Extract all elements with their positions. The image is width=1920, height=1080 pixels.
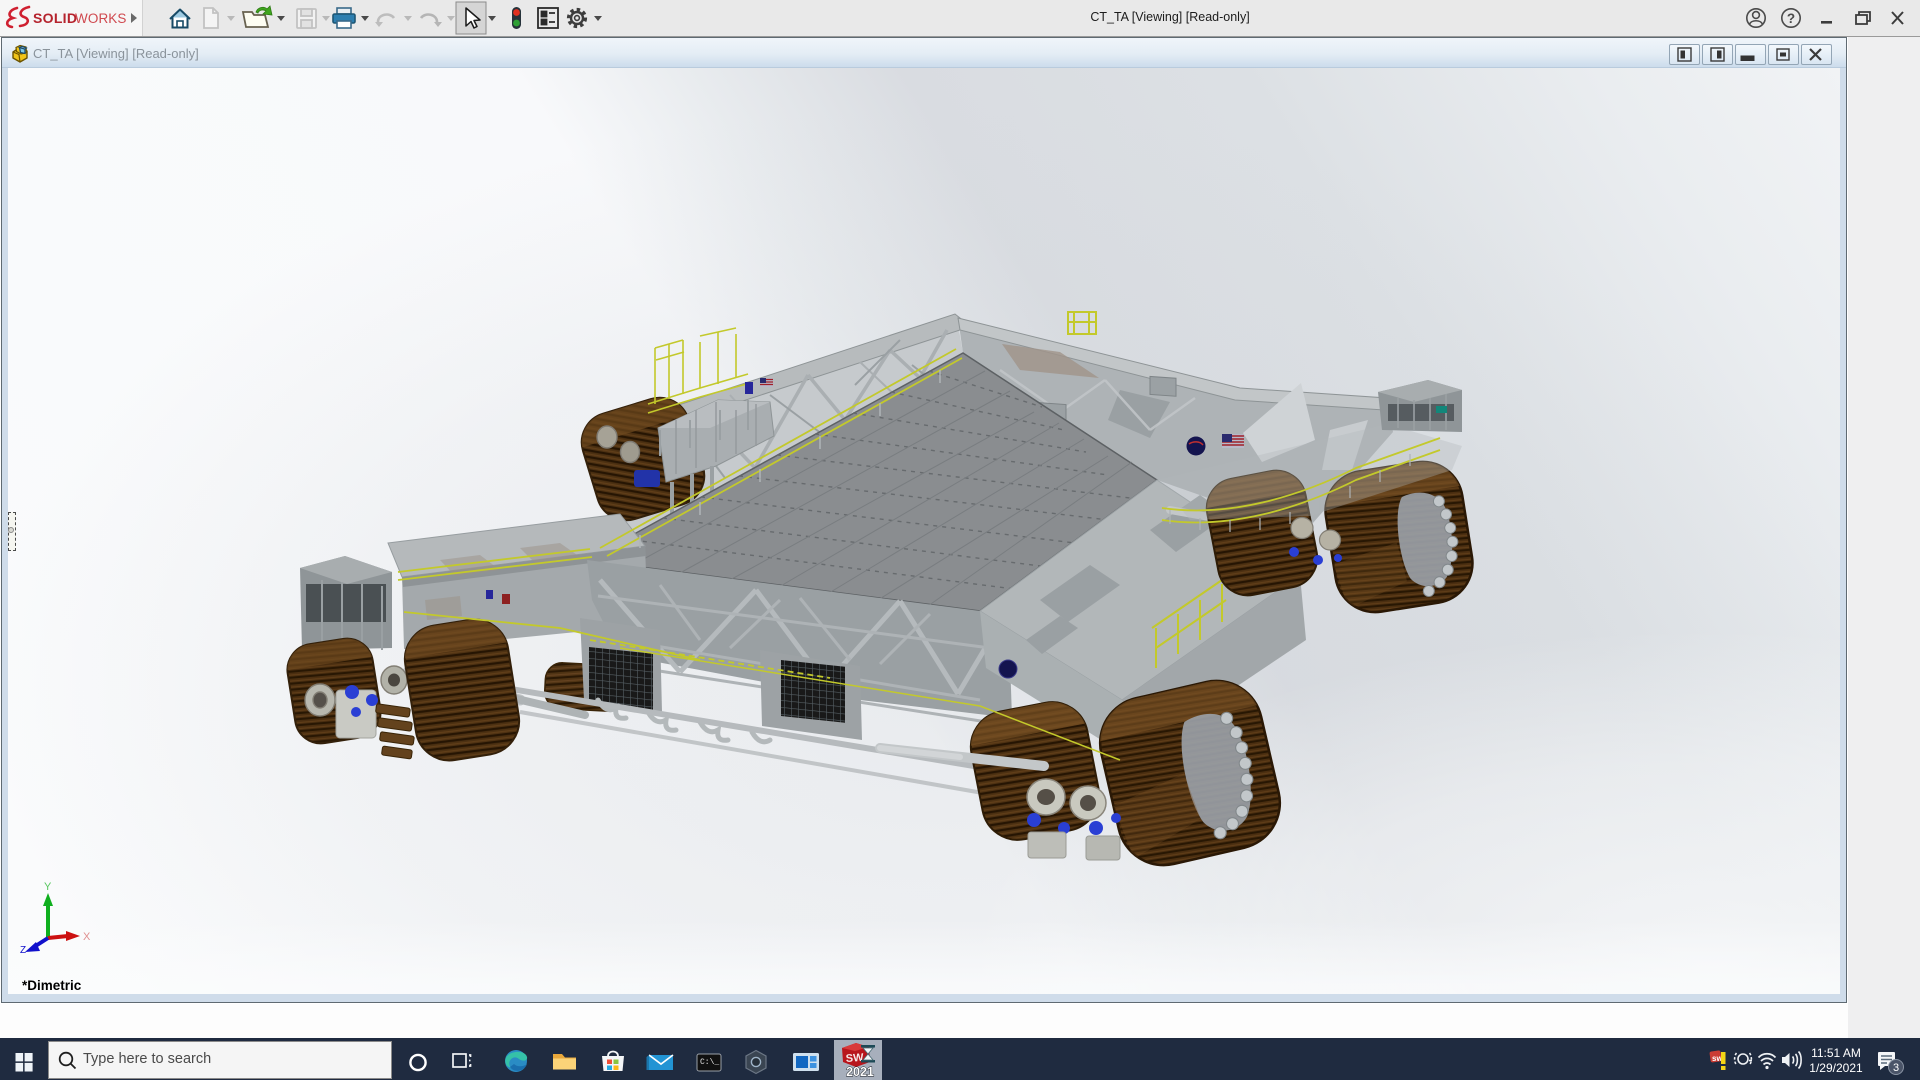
svg-text:C:\_: C:\_ <box>700 1058 719 1067</box>
svg-text:Z: Z <box>20 945 26 956</box>
svg-text:SOLID: SOLID <box>33 10 77 26</box>
svg-text:3: 3 <box>1893 1062 1899 1074</box>
svg-text:2021: 2021 <box>846 1065 874 1079</box>
svg-text:*Dimetric: *Dimetric <box>22 978 82 993</box>
svg-text:WORKS: WORKS <box>75 11 127 26</box>
svg-text:?: ? <box>1787 11 1795 26</box>
svg-text:X: X <box>83 931 91 943</box>
svg-text:Y: Y <box>44 881 52 893</box>
svg-text:SW: SW <box>845 1052 864 1065</box>
